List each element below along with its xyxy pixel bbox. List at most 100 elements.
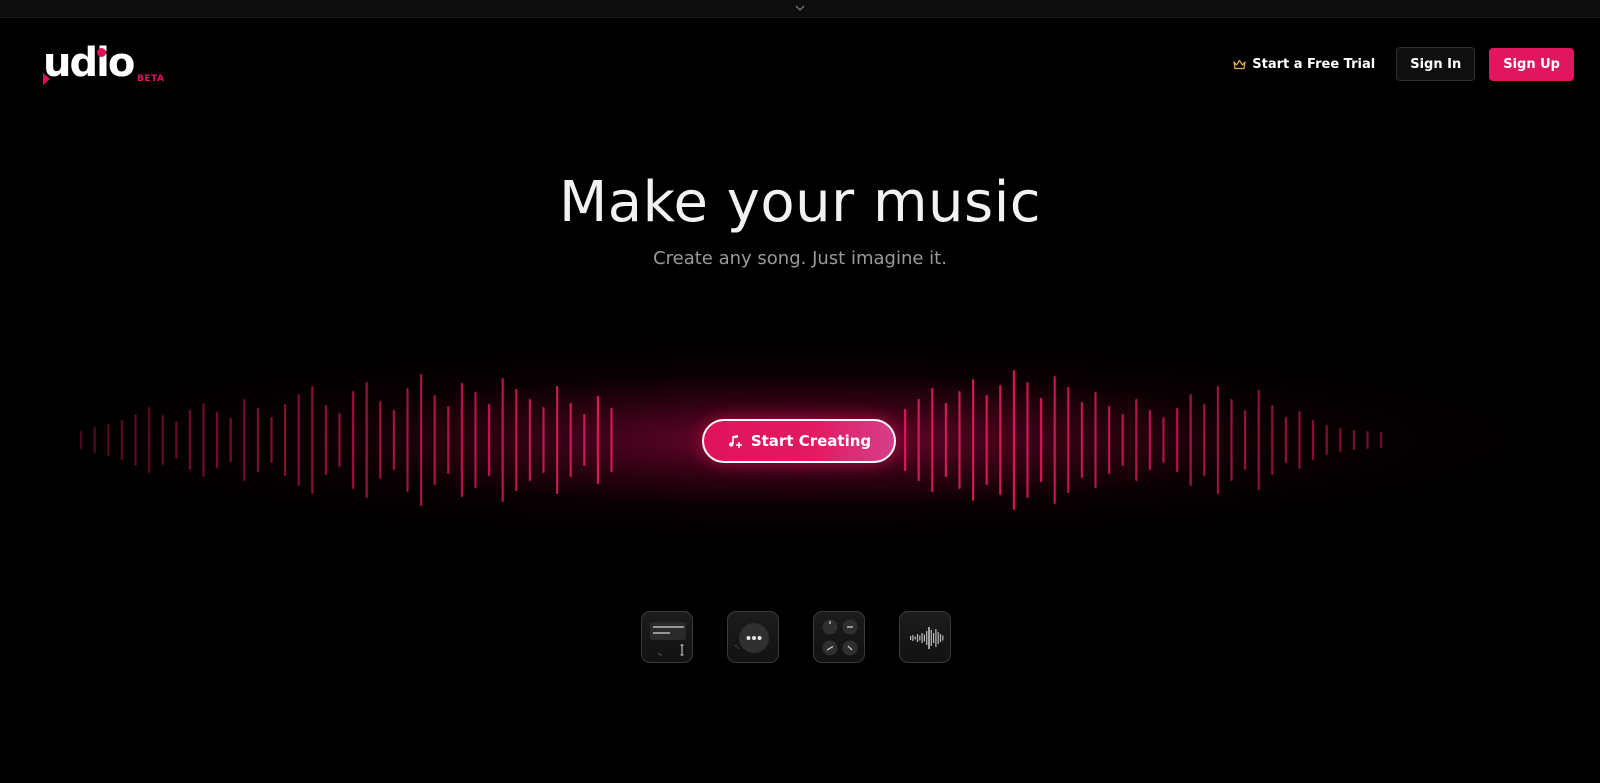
waveform-bar: [270, 417, 273, 463]
waveform-bar: [1053, 376, 1056, 504]
waveform-bar: [1325, 425, 1328, 455]
waveform-bar: [583, 414, 586, 466]
waveform-bar: [229, 418, 232, 462]
waveform-bar: [1366, 431, 1369, 449]
waveform-bar: [474, 392, 477, 488]
waveform-bar: [917, 399, 920, 481]
waveform-icon-bar: [942, 635, 944, 641]
text-prompt-tile[interactable]: [641, 611, 693, 663]
text-prompt-icon: [650, 622, 686, 656]
waveform-bar: [1135, 399, 1138, 481]
waveform-bar: [931, 388, 934, 492]
waveform-bar: [958, 391, 961, 489]
waveform-bar: [93, 427, 96, 453]
waveform-bar: [188, 410, 191, 470]
waveform-bar: [944, 403, 947, 477]
waveform-icon-bar: [935, 629, 937, 647]
waveform-bar: [161, 415, 164, 465]
waveform-bar: [1162, 417, 1165, 463]
landing-page: udio BETA Start a Free Trial Sign In Sig…: [0, 0, 1600, 783]
waveform-bar: [175, 421, 178, 459]
waveform-bar: [379, 401, 382, 479]
feature-tiles: [641, 611, 951, 663]
waveform-bar: [134, 414, 137, 466]
waveform-bar: [202, 403, 205, 477]
music-note-plus-icon: [728, 435, 742, 448]
waveform-icon-bar: [923, 634, 925, 642]
waveform-icon-bar: [916, 634, 919, 642]
waveform-bar: [107, 424, 110, 456]
waveform-bar: [1244, 410, 1247, 470]
waveform-bar: [433, 395, 436, 485]
waveform-bar: [297, 394, 300, 486]
waveform-bar: [488, 404, 491, 476]
waveform-bar: [338, 413, 341, 467]
waveform-icon-bar: [912, 635, 914, 641]
waveform-bar: [596, 396, 599, 484]
waveform-bar: [528, 399, 531, 481]
audio-tile[interactable]: [899, 611, 951, 663]
waveform-icon-bar: [928, 627, 930, 649]
waveform-bar: [256, 408, 259, 472]
waveform-bar: [460, 383, 463, 497]
waveform-icon-bar: [910, 636, 912, 640]
waveform-bar: [1230, 399, 1233, 481]
waveform-icon-bar: [937, 632, 939, 644]
waveform-bar: [324, 405, 327, 475]
waveform-bar: [1271, 405, 1274, 475]
waveform-icon-bar: [914, 636, 916, 640]
waveform-bar: [1257, 390, 1260, 490]
waveform-bar: [1012, 370, 1015, 510]
waveform-icon-bar: [921, 633, 923, 643]
waveform-bar: [1352, 430, 1355, 450]
waveform-bar: [1148, 410, 1151, 470]
waveform-icon-bar: [919, 635, 921, 641]
waveform-bar: [243, 399, 246, 481]
chat-tile[interactable]: [727, 611, 779, 663]
waveform-bar: [904, 409, 907, 471]
waveform-visual: [80, 370, 1383, 510]
waveform-bar: [1026, 382, 1029, 498]
waveform-icon-bar: [926, 631, 928, 645]
start-creating-label: Start Creating: [750, 432, 872, 450]
waveform-bar: [284, 404, 287, 476]
waveform-bar: [420, 374, 423, 506]
waveform-bar: [447, 406, 450, 474]
waveform-bar: [1339, 428, 1342, 452]
waveform-bar: [1108, 406, 1111, 474]
waveform-bar: [542, 407, 545, 473]
waveform-bar: [1312, 420, 1315, 460]
waveform-bar: [972, 379, 975, 501]
waveform-bar: [569, 403, 572, 477]
waveform-bar: [148, 407, 151, 473]
waveform-bar: [365, 382, 368, 498]
waveform-bar: [1176, 408, 1179, 472]
waveform-bar: [1284, 417, 1287, 463]
waveform-bar: [1094, 392, 1097, 488]
waveform-bar: [1203, 404, 1206, 476]
waveform-bar: [1080, 402, 1083, 478]
waveform-bar: [1380, 432, 1383, 448]
waveform-bar: [1040, 398, 1043, 482]
waveform-bar: [515, 389, 518, 491]
waveform-bar: [556, 386, 559, 494]
waveform-bar: [999, 385, 1002, 495]
waveform-bar: [1189, 394, 1192, 486]
start-creating-button[interactable]: Start Creating: [702, 419, 896, 463]
waveform-bar: [392, 410, 395, 470]
waveform-icon-bar: [930, 630, 932, 646]
waveform-bar: [985, 395, 988, 485]
waveform-bar: [120, 420, 123, 460]
waveform-bar: [352, 391, 355, 489]
waveform-icon: [910, 627, 944, 649]
waveform-bar: [1067, 387, 1070, 493]
waveform-bar: [311, 386, 314, 494]
knobs-icon: [822, 619, 858, 656]
waveform-bar: [216, 412, 219, 468]
waveform-bar: [610, 408, 613, 472]
waveform-bar: [501, 378, 504, 502]
waveform-bar: [1121, 414, 1124, 466]
waveform-icon-bar: [933, 633, 935, 643]
waveform-bar: [1298, 411, 1301, 469]
controls-tile[interactable]: [813, 611, 865, 663]
